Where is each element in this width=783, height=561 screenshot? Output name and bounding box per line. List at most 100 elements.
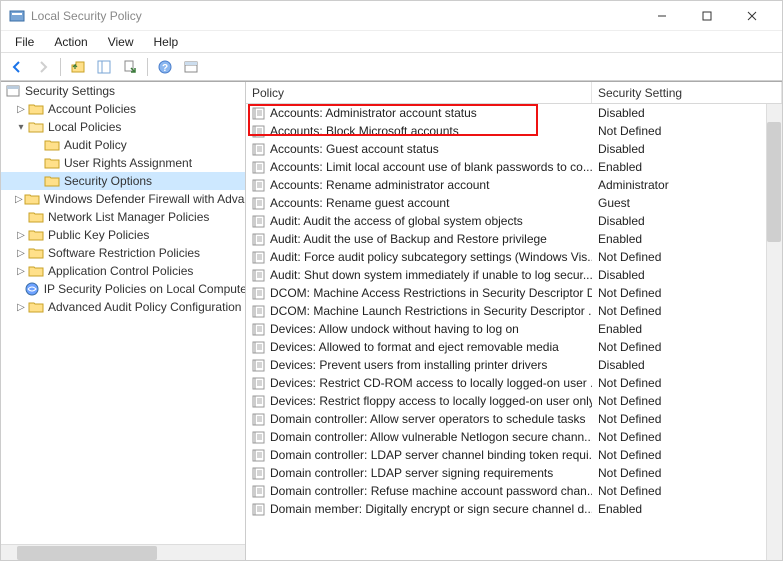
folder-icon <box>44 137 60 153</box>
policy-icon <box>252 196 266 210</box>
forward-button[interactable] <box>31 56 55 78</box>
chevron-right-icon[interactable]: ▷ <box>15 103 27 115</box>
chevron-right-icon[interactable]: ▷ <box>15 247 27 259</box>
policy-name-cell: Domain member: Digitally encrypt or sign… <box>246 502 592 516</box>
close-button[interactable] <box>729 1 774 31</box>
export-list-button[interactable] <box>118 56 142 78</box>
policy-icon <box>252 124 266 138</box>
tree-local-policies[interactable]: ▾ Local Policies <box>1 118 245 136</box>
list-pane: Policy Security Setting Accounts: Admini… <box>246 82 782 560</box>
chevron-right-icon[interactable]: ▷ <box>15 193 23 205</box>
policy-name: Accounts: Limit local account use of bla… <box>270 160 592 174</box>
policy-row[interactable]: Audit: Audit the access of global system… <box>246 212 782 230</box>
policy-row[interactable]: Audit: Audit the use of Backup and Resto… <box>246 230 782 248</box>
title-bar: Local Security Policy <box>1 1 782 31</box>
up-button[interactable] <box>66 56 90 78</box>
tree-ip-security[interactable]: ▷ IP Security Policies on Local Computer <box>1 280 245 298</box>
chevron-down-icon[interactable]: ▾ <box>15 121 27 133</box>
show-hide-tree-button[interactable] <box>92 56 116 78</box>
policy-value: Enabled <box>592 160 782 174</box>
tree-label: Windows Defender Firewall with Advanced … <box>44 192 245 206</box>
policy-icon <box>252 286 266 300</box>
policy-row[interactable]: Devices: Prevent users from installing p… <box>246 356 782 374</box>
policy-name: Domain member: Digitally encrypt or sign… <box>270 502 592 516</box>
tree-app-control[interactable]: ▷ Application Control Policies <box>1 262 245 280</box>
policy-row[interactable]: Accounts: Guest account statusDisabled <box>246 140 782 158</box>
policy-row[interactable]: DCOM: Machine Launch Restrictions in Sec… <box>246 302 782 320</box>
folder-icon <box>44 173 60 189</box>
tree-label: User Rights Assignment <box>64 156 192 170</box>
menu-view[interactable]: View <box>98 33 144 51</box>
folder-icon <box>28 101 44 117</box>
policy-row[interactable]: Domain controller: LDAP server channel b… <box>246 446 782 464</box>
policy-row[interactable]: Devices: Restrict CD-ROM access to local… <box>246 374 782 392</box>
tree-account-policies[interactable]: ▷ Account Policies <box>1 100 245 118</box>
help-button[interactable]: ? <box>153 56 177 78</box>
chevron-right-icon[interactable]: ▷ <box>15 265 27 277</box>
policy-row[interactable]: Audit: Shut down system immediately if u… <box>246 266 782 284</box>
policy-row[interactable]: Accounts: Administrator account statusDi… <box>246 104 782 122</box>
policy-name: Accounts: Rename guest account <box>270 196 449 210</box>
tree-security-options[interactable]: ▷ Security Options <box>1 172 245 190</box>
back-button[interactable] <box>5 56 29 78</box>
chevron-right-icon[interactable]: ▷ <box>15 301 27 313</box>
folder-open-icon <box>28 119 44 135</box>
policy-row[interactable]: Audit: Force audit policy subcategory se… <box>246 248 782 266</box>
minimize-button[interactable] <box>639 1 684 31</box>
tree-horizontal-scrollbar[interactable] <box>1 544 245 560</box>
policy-row[interactable]: Domain member: Digitally encrypt or sign… <box>246 500 782 518</box>
properties-button[interactable] <box>179 56 203 78</box>
policy-row[interactable]: Domain controller: Refuse machine accoun… <box>246 482 782 500</box>
tree-public-key[interactable]: ▷ Public Key Policies <box>1 226 245 244</box>
policy-row[interactable]: Domain controller: Allow vulnerable Netl… <box>246 428 782 446</box>
menu-file[interactable]: File <box>5 33 44 51</box>
policy-icon <box>252 304 266 318</box>
folder-icon <box>24 191 40 207</box>
policy-icon <box>252 466 266 480</box>
tree-software-restriction[interactable]: ▷ Software Restriction Policies <box>1 244 245 262</box>
menu-help[interactable]: Help <box>144 33 189 51</box>
tree-network-list[interactable]: ▷ Network List Manager Policies <box>1 208 245 226</box>
chevron-right-icon[interactable]: ▷ <box>15 229 27 241</box>
policy-row[interactable]: Accounts: Rename guest accountGuest <box>246 194 782 212</box>
policy-value: Disabled <box>592 268 782 282</box>
policy-row[interactable]: Accounts: Limit local account use of bla… <box>246 158 782 176</box>
ip-security-icon <box>24 281 40 297</box>
policy-value: Not Defined <box>592 286 782 300</box>
menu-action[interactable]: Action <box>44 33 97 51</box>
tree-audit-policy[interactable]: ▷ Audit Policy <box>1 136 245 154</box>
maximize-button[interactable] <box>684 1 729 31</box>
policy-name-cell: Domain controller: LDAP server signing r… <box>246 466 592 480</box>
policy-icon <box>252 376 266 390</box>
tree-firewall[interactable]: ▷ Windows Defender Firewall with Advance… <box>1 190 245 208</box>
policy-row[interactable]: Devices: Allowed to format and eject rem… <box>246 338 782 356</box>
policy-name: Domain controller: LDAP server signing r… <box>270 466 553 480</box>
tree-user-rights[interactable]: ▷ User Rights Assignment <box>1 154 245 172</box>
tree-label: Security Settings <box>25 84 115 98</box>
policy-row[interactable]: Domain controller: Allow server operator… <box>246 410 782 428</box>
tree-root[interactable]: Security Settings <box>1 82 245 100</box>
scrollbar-thumb[interactable] <box>17 546 157 560</box>
tree-advanced-audit[interactable]: ▷ Advanced Audit Policy Configuration <box>1 298 245 316</box>
policy-row[interactable]: Accounts: Block Microsoft accountsNot De… <box>246 122 782 140</box>
policy-name-cell: Accounts: Administrator account status <box>246 106 592 120</box>
policy-row[interactable]: Devices: Restrict floppy access to local… <box>246 392 782 410</box>
policy-icon <box>252 160 266 174</box>
policy-row[interactable]: DCOM: Machine Access Restrictions in Sec… <box>246 284 782 302</box>
policy-value: Not Defined <box>592 412 782 426</box>
policy-row[interactable]: Domain controller: LDAP server signing r… <box>246 464 782 482</box>
policy-row[interactable]: Devices: Allow undock without having to … <box>246 320 782 338</box>
policy-value: Not Defined <box>592 250 782 264</box>
policy-icon <box>252 358 266 372</box>
scrollbar-thumb[interactable] <box>767 122 781 242</box>
column-header-setting[interactable]: Security Setting <box>592 82 782 103</box>
list-vertical-scrollbar[interactable] <box>766 104 782 560</box>
policy-name: Accounts: Block Microsoft accounts <box>270 124 459 138</box>
policy-icon <box>252 268 266 282</box>
policy-icon <box>252 412 266 426</box>
policy-row[interactable]: Accounts: Rename administrator accountAd… <box>246 176 782 194</box>
policy-value: Not Defined <box>592 304 782 318</box>
tree-label: Network List Manager Policies <box>48 210 209 224</box>
column-header-policy[interactable]: Policy <box>246 82 592 103</box>
folder-icon <box>28 263 44 279</box>
